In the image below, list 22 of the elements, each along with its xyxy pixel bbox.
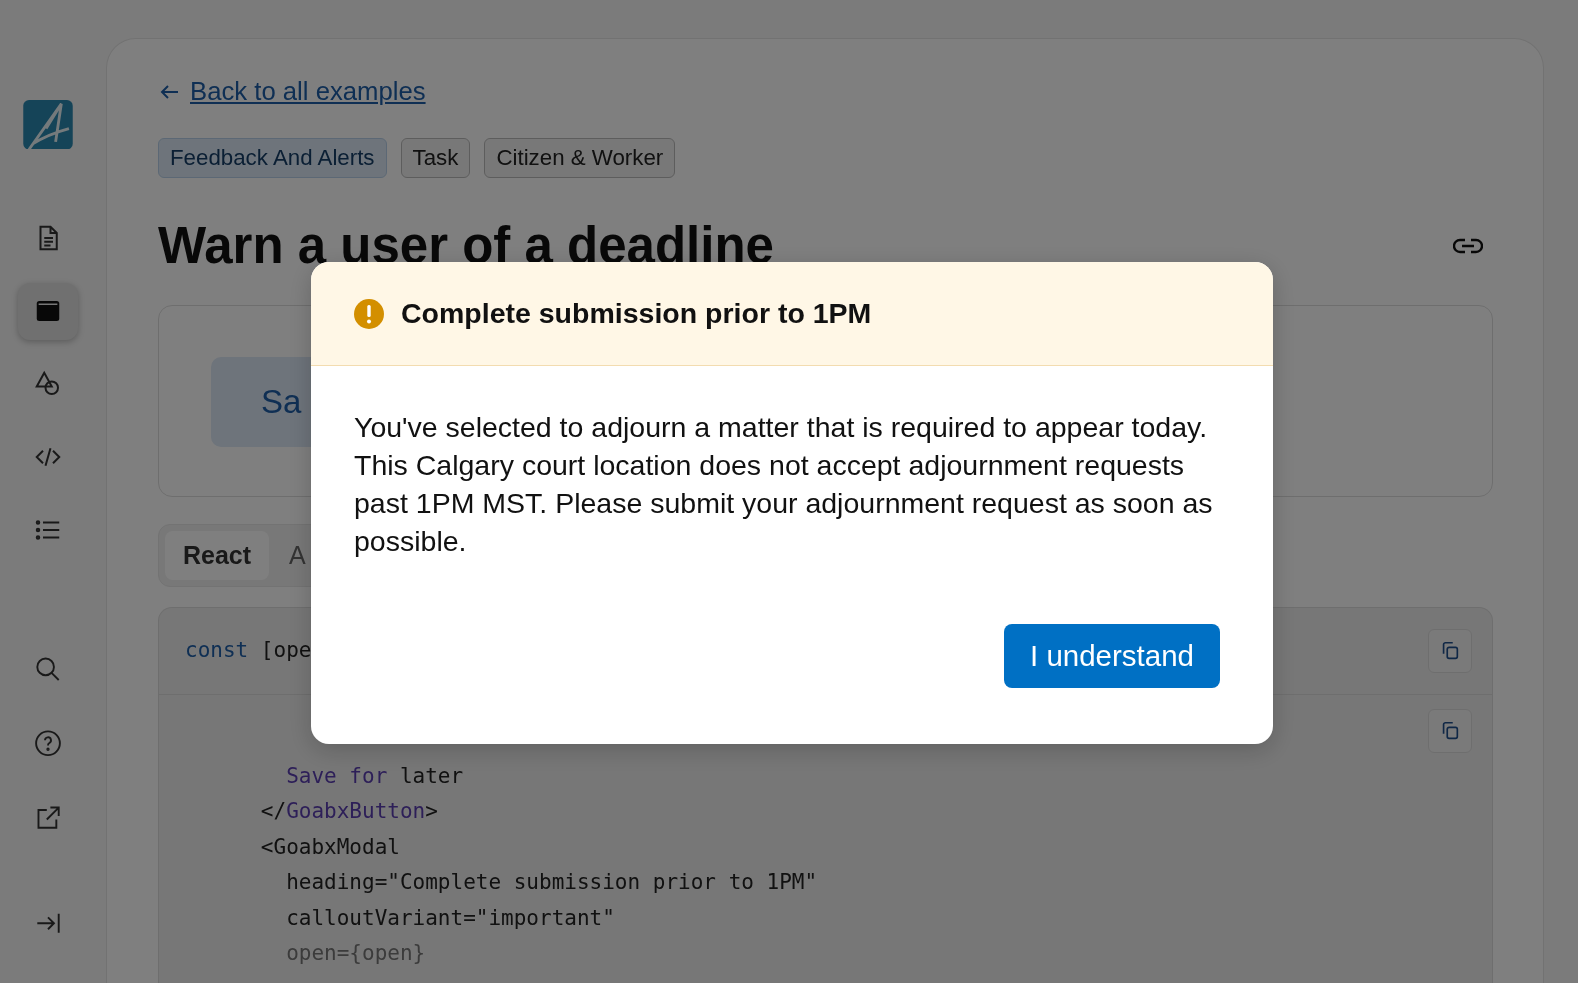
tag: Citizen & Worker (484, 138, 676, 178)
code-line: const [ope (185, 637, 312, 665)
page-title: Warn a user of a deadline (158, 216, 774, 275)
code-line: </GoabxButton> (259, 798, 438, 825)
tag: Feedback And Alerts (158, 138, 387, 178)
code-line: <GoabxModal (259, 833, 400, 861)
code-line: open={open} (285, 940, 426, 967)
modal-title: Complete submission prior to 1PM (401, 297, 872, 330)
copy-button[interactable] (1428, 629, 1472, 673)
code-line: calloutVariant="important" (285, 904, 615, 932)
sidebar-item[interactable] (18, 282, 78, 340)
tab[interactable]: React (165, 531, 270, 580)
tag: Task (400, 138, 471, 178)
back-link[interactable]: Back to all examples (190, 77, 426, 106)
code-line: heading="Complete submission prior to 1PM" (285, 869, 818, 896)
help-icon[interactable] (33, 729, 63, 758)
warning-icon (353, 297, 385, 330)
understand-button[interactable]: I understand (1004, 624, 1220, 688)
logo-icon[interactable] (22, 100, 74, 150)
copy-button[interactable] (1428, 709, 1472, 753)
modal-message: You've selected to adjourn a matter that is required to appear today. This Calgary court location does not accept adjournment requests past 1PM MST. Please submit your adjournment request as soon as possible. (354, 410, 1214, 559)
code-line: Save for later (285, 762, 464, 790)
